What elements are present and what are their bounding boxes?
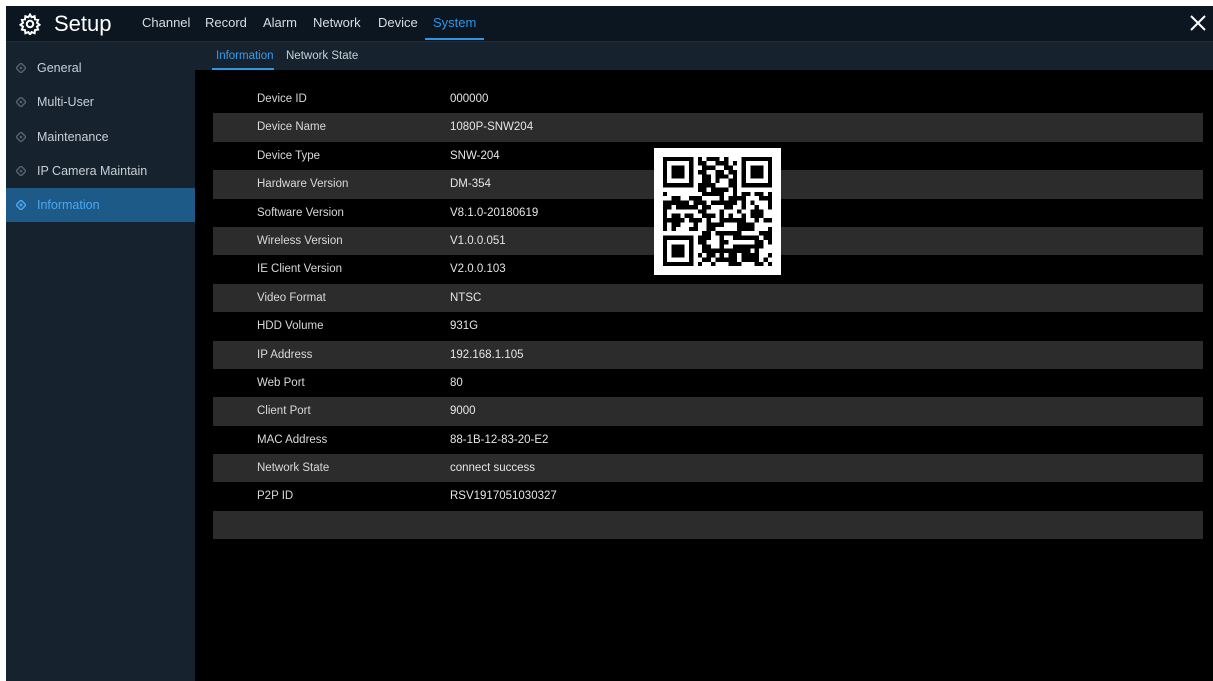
table-row: Video Format NTSC xyxy=(213,283,1203,313)
table-row: MAC Address 88-1B-12-83-20-E2 xyxy=(213,426,1203,454)
menu-system[interactable]: System xyxy=(433,15,476,30)
menu-record[interactable]: Record xyxy=(205,15,247,30)
diamond-bullet-icon xyxy=(16,166,26,176)
page-title: Setup xyxy=(54,11,112,36)
table-row: P2P ID RSV1917051030327 xyxy=(213,482,1203,510)
table-row: Network State connect success xyxy=(213,454,1203,483)
row-key: Wireless Version xyxy=(257,234,343,247)
row-value: 931G xyxy=(450,320,479,333)
table-row xyxy=(213,510,1203,540)
close-button[interactable] xyxy=(1187,12,1209,34)
row-key: IE Client Version xyxy=(257,263,343,276)
row-key: Device ID xyxy=(257,93,307,105)
row-value: RSV1917051030327 xyxy=(450,490,557,503)
setup-window: Setup Channel Record Alarm Network Devic… xyxy=(6,6,1213,681)
sidebar-item-label: Maintenance xyxy=(37,130,109,144)
row-value: 80 xyxy=(450,376,463,389)
diamond-bullet-icon xyxy=(16,132,26,142)
sub-tab-bar: Information Network State xyxy=(195,42,1213,70)
table-row: Client Port 9000 xyxy=(213,397,1203,426)
row-key: HDD Volume xyxy=(257,320,324,333)
row-value: SNW-204 xyxy=(450,149,500,162)
sidebar-item-label: Multi-User xyxy=(37,95,94,109)
table-row: Device Name 1080P-SNW204 xyxy=(213,113,1203,142)
menu-channel[interactable]: Channel xyxy=(142,15,190,30)
row-key: Device Type xyxy=(257,149,321,162)
row-key: Web Port xyxy=(257,376,305,389)
row-value: 000000 xyxy=(450,93,489,105)
qr-code-icon xyxy=(654,148,781,275)
row-value: 9000 xyxy=(450,405,476,418)
diamond-bullet-icon xyxy=(16,97,26,107)
sidebar: General Multi-User Maintenance IP Camera… xyxy=(6,42,195,681)
diamond-bullet-icon xyxy=(16,63,26,73)
row-key: Video Format xyxy=(257,291,326,304)
row-key: Device Name xyxy=(257,121,327,134)
table-row: IP Address 192.168.1.105 xyxy=(213,340,1203,369)
table-row: HDD Volume 931G xyxy=(213,312,1203,340)
row-value: connect success xyxy=(450,462,536,475)
sidebar-item-ip-camera-maintain[interactable]: IP Camera Maintain xyxy=(6,154,195,188)
row-value: 1080P-SNW204 xyxy=(450,121,534,134)
menu-device[interactable]: Device xyxy=(378,15,418,30)
diamond-bullet-icon xyxy=(16,200,26,210)
sidebar-item-label: IP Camera Maintain xyxy=(37,164,148,178)
row-key: MAC Address xyxy=(257,433,328,446)
menu-network[interactable]: Network xyxy=(313,15,361,30)
row-value: V1.0.0.051 xyxy=(450,234,506,247)
row-key: Client Port xyxy=(257,405,311,418)
row-key: Network State xyxy=(257,462,330,475)
row-key: P2P ID xyxy=(257,490,294,503)
tab-network-state[interactable]: Network State xyxy=(286,50,358,62)
sidebar-item-information[interactable]: Information xyxy=(6,188,195,222)
row-key: IP Address xyxy=(257,348,313,361)
row-value: NTSC xyxy=(450,291,482,304)
row-key: Hardware Version xyxy=(257,178,349,191)
active-tab-underline xyxy=(212,68,274,70)
row-value: V8.1.0-20180619 xyxy=(450,206,539,219)
table-row: Web Port 80 xyxy=(213,369,1203,397)
sidebar-item-general[interactable]: General xyxy=(6,51,195,85)
sidebar-item-maintenance[interactable]: Maintenance xyxy=(6,120,195,154)
row-value: 88-1B-12-83-20-E2 xyxy=(450,433,549,446)
row-value: 192.168.1.105 xyxy=(450,348,524,361)
row-value: V2.0.0.103 xyxy=(450,263,506,276)
sidebar-item-label: General xyxy=(37,61,82,75)
gear-icon xyxy=(18,12,42,37)
top-menu-bar: Setup Channel Record Alarm Network Devic… xyxy=(6,6,1213,42)
table-row: Device ID 000000 xyxy=(213,85,1203,113)
sidebar-item-label: Information xyxy=(37,198,100,212)
sidebar-item-multi-user[interactable]: Multi-User xyxy=(6,85,195,119)
tab-information[interactable]: Information xyxy=(216,50,274,62)
menu-alarm[interactable]: Alarm xyxy=(263,15,297,30)
close-icon xyxy=(1190,15,1206,31)
active-menu-underline xyxy=(425,38,484,40)
row-key: Software Version xyxy=(257,206,344,219)
row-value: DM-354 xyxy=(450,178,491,191)
